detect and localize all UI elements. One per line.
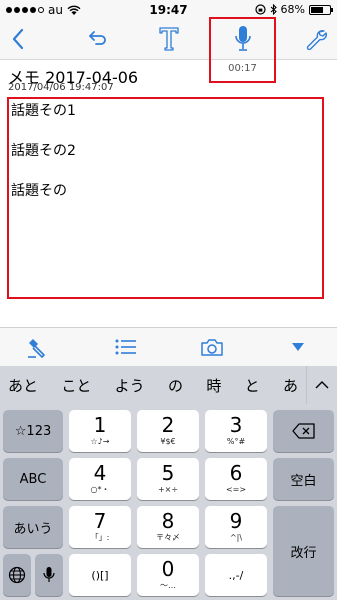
settings-button[interactable] (303, 22, 329, 56)
marker-icon (28, 339, 45, 358)
marker-button[interactable] (24, 336, 50, 358)
key-sub: ○*・ (90, 485, 110, 494)
expand-suggestions-button[interactable] (306, 366, 337, 404)
backspace-icon (291, 423, 315, 439)
key-sub: %°# (226, 437, 246, 446)
key-main: 7 (93, 509, 107, 533)
text-format-button[interactable] (156, 22, 182, 56)
key-main: 3 (229, 413, 243, 437)
key-sub: ^|\ (229, 533, 243, 542)
backspace-key[interactable] (273, 410, 334, 452)
battery-percent: 68% (280, 3, 305, 16)
toolbar (0, 20, 337, 60)
punctuation-key[interactable]: .,-/ (205, 554, 267, 596)
memo-body[interactable]: 話題その1 話題その2 話題その (7, 97, 324, 299)
suggestion-item[interactable]: あ (283, 375, 298, 396)
key-main: 4 (93, 461, 107, 485)
memo-line: 話題その1 (11, 103, 76, 119)
chevron-left-icon (12, 28, 24, 50)
list-button[interactable] (113, 336, 139, 358)
accessory-bar (0, 327, 337, 366)
globe-key[interactable] (3, 554, 31, 596)
suggestion-item[interactable]: と (245, 375, 260, 396)
chevron-up-icon (315, 381, 329, 389)
kana-mode-key[interactable]: あいう (3, 506, 63, 548)
key-7[interactable]: 7 「」: (69, 506, 131, 548)
dropdown-triangle-icon (292, 343, 304, 351)
camera-icon (201, 339, 223, 356)
suggestion-item[interactable]: 時 (206, 375, 221, 396)
back-button[interactable] (6, 22, 30, 56)
numbers-mode-key[interactable]: ☆123 (3, 410, 63, 452)
list-icon (115, 339, 136, 355)
key-label: 改行 (290, 545, 317, 561)
keyboard-dismiss-button[interactable] (288, 336, 308, 358)
memo-line: 話題その2 (11, 143, 76, 159)
key-label: あいう (13, 521, 53, 537)
battery-icon (309, 4, 333, 15)
keyboard: ☆123 ABC あいう 1 ☆♪→ 2 ¥$€ 3 %°# 4 ○*・ 5 +… (0, 404, 337, 600)
key-sub: ¥$€ (160, 437, 176, 446)
brackets-key[interactable]: ()[] (69, 554, 131, 596)
key-sub: 〒々〆 (156, 533, 180, 542)
abc-mode-key[interactable]: ABC (3, 458, 63, 500)
key-main: 2 (161, 413, 175, 437)
undo-button[interactable] (84, 22, 108, 56)
status-bar: au 19:47 68% (0, 0, 337, 20)
key-4[interactable]: 4 ○*・ (69, 458, 131, 500)
recording-timer: 00:17 (228, 63, 257, 74)
microphone-icon (43, 567, 55, 582)
rotation-lock-icon (254, 4, 266, 15)
key-2[interactable]: 2 ¥$€ (137, 410, 199, 452)
key-main: 6 (229, 461, 243, 485)
key-label: .,-/ (228, 568, 244, 582)
key-label: ABC (19, 471, 47, 487)
key-main: 1 (93, 413, 107, 437)
memo-line: 話題その (11, 183, 67, 199)
key-5[interactable]: 5 +×÷ (137, 458, 199, 500)
key-main: 5 (161, 461, 175, 485)
suggestion-item[interactable]: あと (8, 375, 38, 396)
key-sub: <=> (225, 485, 247, 494)
key-3[interactable]: 3 %°# (205, 410, 267, 452)
key-label: ()[] (91, 568, 109, 582)
suggestion-bar: あと こと よう の 時 と あ (0, 366, 337, 404)
key-sub: 〜… (160, 581, 176, 590)
suggestion-item[interactable]: の (168, 375, 183, 396)
suggestion-item[interactable]: よう (115, 375, 145, 396)
key-8[interactable]: 8 〒々〆 (137, 506, 199, 548)
key-main: 8 (161, 509, 175, 533)
suggestion-item[interactable]: こと (61, 375, 91, 396)
key-6[interactable]: 6 <=> (205, 458, 267, 500)
text-format-icon (159, 27, 179, 51)
undo-icon (89, 31, 106, 45)
key-sub: ☆♪→ (90, 437, 110, 446)
globe-icon (8, 566, 26, 584)
space-key[interactable]: 空白 (273, 458, 334, 500)
memo-datetime: 2017/04/06 19:47:07 (8, 82, 114, 93)
key-main: 9 (229, 509, 243, 533)
key-main: 0 (161, 557, 175, 581)
dictation-key[interactable] (35, 554, 63, 596)
bluetooth-icon (270, 4, 277, 15)
return-key[interactable]: 改行 (273, 506, 334, 596)
key-label: 空白 (290, 473, 317, 489)
key-sub: +×÷ (157, 485, 179, 494)
key-9[interactable]: 9 ^|\ (205, 506, 267, 548)
camera-button[interactable] (199, 336, 225, 358)
key-sub: 「」: (90, 533, 110, 542)
key-label: ☆123 (14, 423, 52, 439)
key-0[interactable]: 0 〜… (137, 554, 199, 596)
key-1[interactable]: 1 ☆♪→ (69, 410, 131, 452)
wrench-icon (306, 30, 327, 50)
